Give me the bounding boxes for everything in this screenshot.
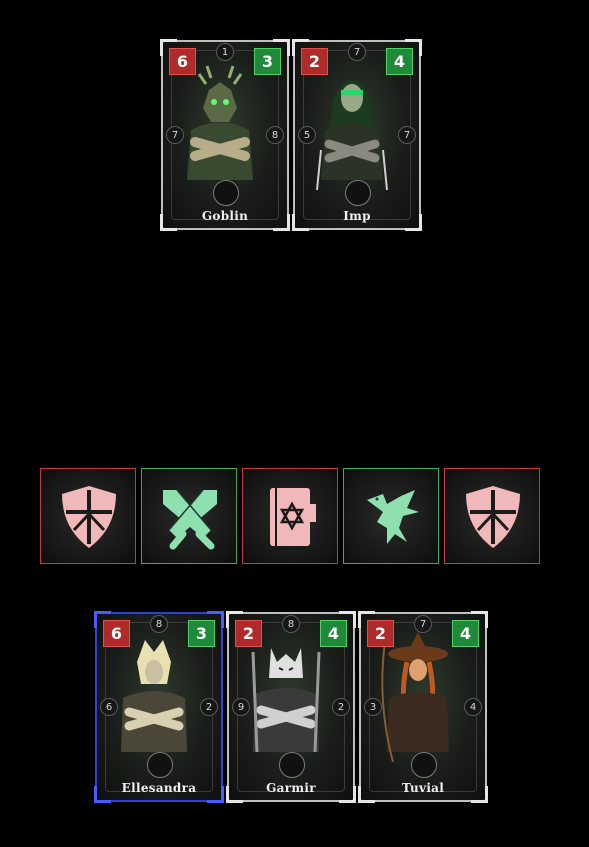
corner [41,481,53,493]
corner [226,786,243,803]
corner [405,39,422,56]
corner [273,39,290,56]
corner [273,214,290,231]
corner [339,786,356,803]
corner [358,611,375,628]
card-emblem [147,752,173,778]
corner [207,786,224,803]
rank-left: 3 [364,698,382,716]
corner [445,481,457,493]
ellesandra-portrait-icon [121,640,187,752]
card-emblem [213,180,239,206]
corner [207,611,224,628]
corner [94,786,111,803]
card-name: Garmir [266,781,316,795]
card-name: Imp [343,209,371,223]
rank-right: 8 [266,126,284,144]
rank-top: 7 [348,43,366,61]
card-emblem [279,752,305,778]
card-emblem [411,752,437,778]
corner [226,611,243,628]
rank-top: 8 [282,615,300,633]
corner [445,469,457,481]
rank-left: 6 [100,698,118,716]
garmir-portrait-icon [251,648,321,753]
action-slot-swords[interactable] [141,468,237,564]
action-slot-shield-1[interactable] [40,468,136,564]
goblin-portrait-icon [187,65,253,180]
corner [292,39,309,56]
spellbook-icon [270,488,316,546]
card-emblem [345,180,371,206]
tuvial-portrait-icon [381,632,449,763]
rank-left: 9 [232,698,250,716]
action-slot-shield-2[interactable] [444,468,540,564]
corner [160,39,177,56]
corner [339,611,356,628]
player-card-ellesandra[interactable]: 6 3 8 6 2 Ellesandra [94,611,224,803]
corner [344,469,356,481]
card-name: Goblin [201,209,249,223]
rank-top: 1 [216,43,234,61]
rank-right: 2 [200,698,218,716]
rank-left: 5 [298,126,316,144]
player-card-tuvial[interactable]: 2 4 7 3 4 Tuvial [358,611,488,803]
rank-right: 2 [332,698,350,716]
dragon-icon [367,490,419,544]
shield-icon [62,486,116,548]
player-card-garmir[interactable]: 2 4 8 9 2 Garmir [226,611,356,803]
card-name: Tuvial [401,781,445,795]
corner [243,469,255,481]
corner [471,611,488,628]
corner [94,611,111,628]
corner [41,469,53,481]
rank-right: 4 [464,698,482,716]
crossed-swords-icon [163,489,217,550]
action-slot-dragon[interactable] [343,468,439,564]
rank-top: 8 [150,615,168,633]
corner [160,214,177,231]
action-slot-spellbook[interactable] [242,468,338,564]
enemy-card-imp[interactable]: 2 4 7 5 7 Imp [292,39,422,231]
corner [292,214,309,231]
corner [142,469,154,481]
imp-portrait-icon [316,80,388,191]
rank-left: 7 [166,126,184,144]
corner [471,786,488,803]
corner [142,481,154,493]
shield-icon [466,486,520,548]
corner [358,786,375,803]
corner [243,481,255,493]
card-name: Ellesandra [121,781,197,795]
enemy-card-goblin[interactable]: 6 3 1 7 8 Goblin [160,39,290,231]
corner [405,214,422,231]
rank-top: 7 [414,615,432,633]
rank-right: 7 [398,126,416,144]
corner [344,481,356,493]
